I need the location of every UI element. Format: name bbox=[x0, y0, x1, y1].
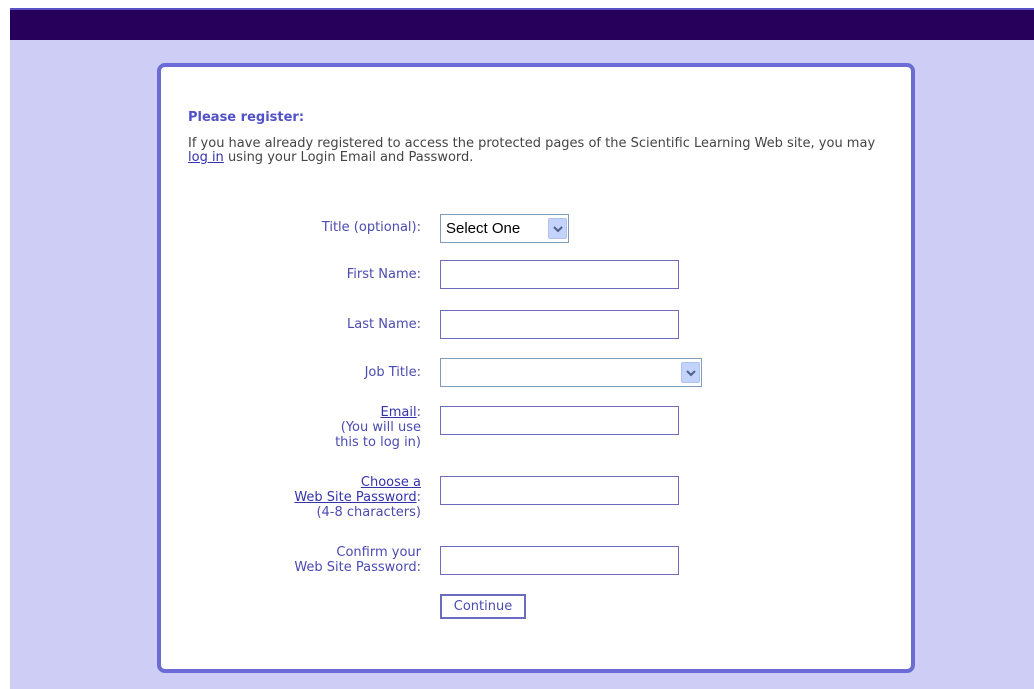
page-title: Please register: bbox=[188, 110, 305, 125]
page-background: Please register: If you have already reg… bbox=[10, 8, 1034, 689]
email-hint-line-2: this to log in) bbox=[335, 435, 421, 450]
intro-text: If you have already registered to access… bbox=[188, 137, 888, 165]
job-title-select-button[interactable] bbox=[681, 362, 700, 383]
first-name-field[interactable] bbox=[440, 260, 679, 289]
email-label: Email: (You will use this to log in) bbox=[335, 405, 421, 450]
top-banner bbox=[10, 8, 1034, 40]
continue-button[interactable]: Continue bbox=[440, 594, 526, 619]
confirm-password-label: Confirm your Web Site Password: bbox=[294, 545, 421, 575]
last-name-field[interactable] bbox=[440, 310, 679, 339]
email-field[interactable] bbox=[440, 406, 679, 435]
confirm-label-line-2: Web Site Password: bbox=[294, 560, 421, 575]
login-link[interactable]: log in bbox=[188, 150, 224, 165]
chevron-down-icon bbox=[686, 370, 696, 377]
title-select[interactable]: Select One bbox=[440, 214, 569, 243]
password-help-link-1[interactable]: Choose a bbox=[361, 475, 421, 490]
title-label: Title (optional): bbox=[321, 220, 421, 235]
password-help-link-2[interactable]: Web Site Password bbox=[294, 490, 416, 505]
password-label: Choose a Web Site Password: (4-8 charact… bbox=[294, 475, 421, 520]
last-name-label: Last Name: bbox=[347, 317, 421, 332]
first-name-label: First Name: bbox=[346, 267, 421, 282]
password-field[interactable] bbox=[440, 476, 679, 505]
confirm-label-line-1: Confirm your bbox=[336, 545, 421, 560]
registration-card: Please register: If you have already reg… bbox=[157, 63, 915, 673]
password-colon: : bbox=[416, 490, 421, 505]
job-title-select[interactable] bbox=[440, 358, 702, 387]
intro-text-start: If you have already registered to access… bbox=[188, 136, 876, 151]
email-colon: : bbox=[416, 405, 421, 420]
confirm-password-field[interactable] bbox=[440, 546, 679, 575]
job-title-label: Job Title: bbox=[364, 365, 421, 380]
password-link-line-1: Choose a bbox=[294, 475, 421, 490]
title-select-button[interactable] bbox=[548, 218, 567, 239]
title-select-value: Select One bbox=[446, 220, 521, 237]
email-label-line: Email: bbox=[335, 405, 421, 420]
password-hint: (4-8 characters) bbox=[316, 505, 421, 520]
email-help-link[interactable]: Email bbox=[381, 405, 417, 420]
intro-text-end: using your Login Email and Password. bbox=[223, 150, 474, 165]
email-hint-line-1: (You will use bbox=[340, 420, 421, 435]
chevron-down-icon bbox=[553, 226, 563, 233]
password-link-line-2: Web Site Password: bbox=[294, 490, 421, 505]
